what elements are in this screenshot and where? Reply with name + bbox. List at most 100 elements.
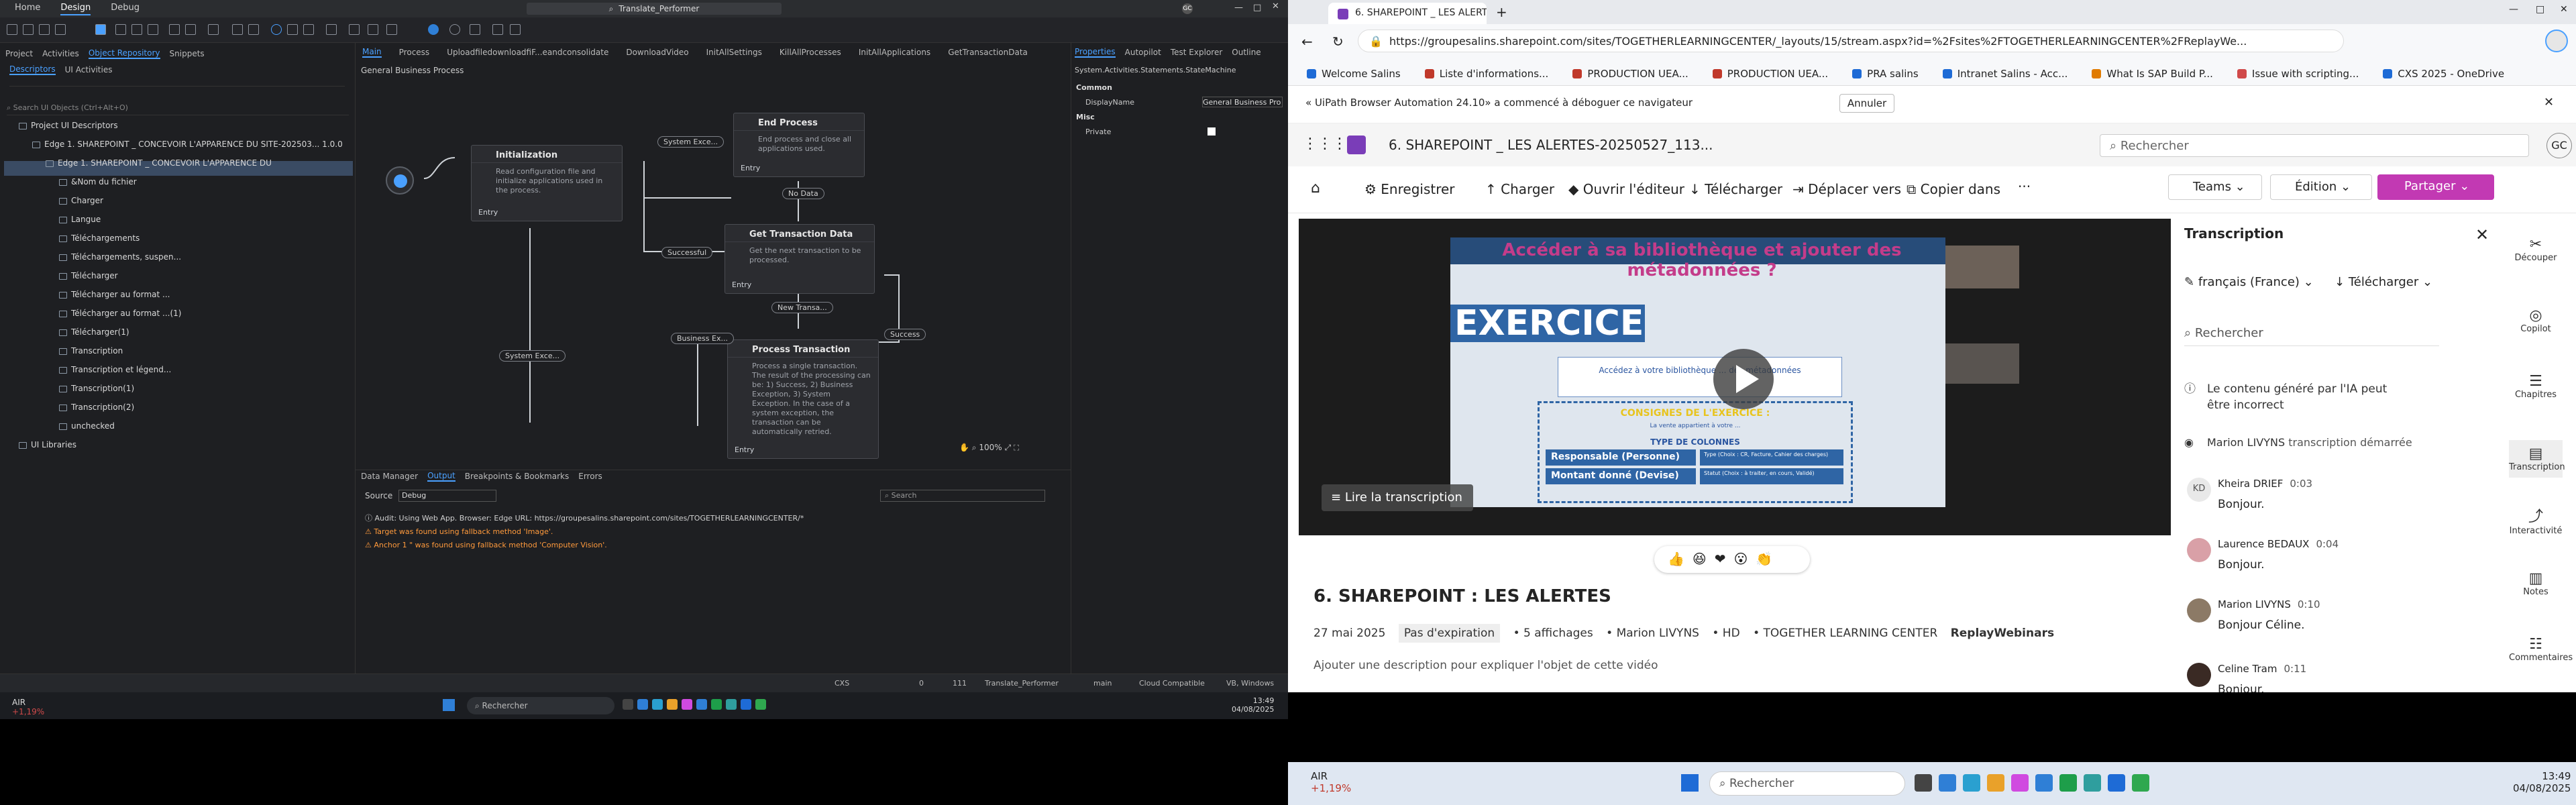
tree-item[interactable]: Télécharger(1) [59, 327, 129, 337]
remove-unused-icon[interactable] [349, 24, 360, 35]
tab-properties[interactable]: Properties [1075, 47, 1116, 58]
tree-item[interactable]: unchecked [59, 421, 115, 431]
edge-icon[interactable] [1963, 774, 1980, 792]
minimize-icon[interactable]: — [2509, 4, 2518, 15]
close-icon[interactable]: ✕ [2544, 95, 2554, 109]
word-icon[interactable] [741, 699, 751, 710]
menu-design[interactable]: Design [60, 3, 91, 15]
excel-icon[interactable] [2059, 774, 2077, 792]
transition-system-exception[interactable]: System Exce... [657, 136, 724, 148]
tab-errors[interactable]: Errors [578, 472, 602, 481]
tree-item[interactable]: Edge 1. SHAREPOINT _ CONCEVOIR L'APPAREN… [46, 158, 272, 168]
status-branch[interactable]: main [1093, 679, 1112, 688]
tab-activities[interactable]: Activities [42, 49, 79, 58]
favorite-link[interactable]: Welcome Salins [1307, 68, 1401, 80]
side-rail-button[interactable]: ☰ Chapitres [2509, 373, 2563, 400]
tree-item[interactable]: Transcription et légend... [59, 365, 171, 374]
timestamp[interactable]: 0:10 [2298, 598, 2320, 610]
lock-icon[interactable]: 🔒 [1369, 35, 1383, 48]
tab-output[interactable]: Output [427, 471, 455, 482]
tab-breakpoints[interactable]: Breakpoints & Bookmarks [465, 472, 569, 481]
sap-icon[interactable] [2084, 774, 2101, 792]
favorite-link[interactable]: Intranet Salins - Acc... [1942, 68, 2068, 80]
favorite-link[interactable]: PRA salins [1852, 68, 1919, 80]
transition-new-transaction[interactable]: New Transa... [771, 302, 833, 313]
files-icon[interactable] [1987, 774, 2004, 792]
status-cxs[interactable]: CXS [835, 679, 849, 688]
favorite-link[interactable]: PRODUCTION UEA... [1712, 68, 1828, 80]
tab-ui-activities[interactable]: UI Activities [65, 65, 113, 74]
output-search[interactable]: ⌕ Search [880, 490, 1045, 502]
copilot-icon[interactable] [682, 699, 692, 710]
entry-label[interactable]: Entry [735, 445, 754, 454]
share-button[interactable]: Partager ⌄ [2377, 174, 2494, 200]
refresh-icon[interactable]: ↻ [1332, 34, 1344, 50]
edit-button[interactable]: Édition ⌄ [2270, 174, 2372, 200]
ui-objects-search[interactable]: ⌕ Search UI Objects (Ctrl+Alt+O) [7, 103, 349, 115]
transition-no-data[interactable]: No Data [782, 188, 824, 199]
sharepoint-search[interactable]: ⌕ Rechercher [2100, 134, 2529, 157]
windows-start-icon[interactable] [443, 699, 455, 711]
record-icon[interactable] [271, 24, 282, 35]
close-icon[interactable]: ✕ [2475, 225, 2489, 244]
app-icon[interactable] [2132, 774, 2149, 792]
debug-icon[interactable] [95, 24, 106, 35]
open-editor-command[interactable]: ◆ Ouvrir l'éditeur [1568, 181, 1684, 197]
teams-icon[interactable] [637, 699, 648, 710]
user-avatar[interactable]: GC [1182, 3, 1193, 14]
menu-debug[interactable]: Debug [111, 3, 140, 15]
outlook-icon[interactable] [2035, 774, 2053, 792]
tab-test-explorer[interactable]: Test Explorer [1171, 48, 1222, 57]
timestamp[interactable]: 0:11 [2284, 663, 2306, 675]
overview-icon[interactable]: ⛶ [1014, 443, 1019, 452]
doc-tab-init-all-settings[interactable]: InitAllSettings [706, 48, 762, 57]
word-icon[interactable] [2108, 774, 2125, 792]
status-project[interactable]: Translate_Performer [985, 679, 1059, 688]
deploy-icon[interactable] [492, 24, 503, 35]
robot-icon[interactable] [428, 24, 439, 35]
upload-command[interactable]: ↑ Charger [1485, 181, 1554, 197]
user-avatar[interactable]: GC [2546, 133, 2572, 158]
tree-item[interactable]: Téléchargements [59, 233, 140, 243]
doc-tab-process[interactable]: Process [399, 48, 430, 57]
taskbar-clock[interactable]: 13:49 04/08/2025 [1232, 696, 1274, 714]
open-icon[interactable] [23, 24, 34, 35]
export-icon[interactable] [55, 24, 66, 35]
tree-item[interactable]: Langue [59, 215, 101, 224]
video-player[interactable]: Accéder à sa bibliothèque et ajouter des… [1299, 219, 2171, 535]
taskbar-clock[interactable]: 13:49 04/08/2025 [2513, 770, 2571, 794]
source-select[interactable]: Debug [398, 490, 496, 502]
tab-descriptors[interactable]: Descriptors [9, 64, 56, 75]
tree-item[interactable]: Télécharger [59, 271, 118, 280]
tree-item[interactable]: Charger [59, 196, 103, 205]
property-group-common[interactable]: Common [1076, 83, 1112, 92]
tree-item[interactable]: Edge 1. SHAREPOINT _ CONCEVOIR L'APPAREN… [32, 140, 343, 149]
windows-start-icon[interactable] [1681, 774, 1699, 792]
sap-icon[interactable] [726, 699, 737, 710]
state-get-transaction-data[interactable]: Get Transaction Data Get the next transa… [724, 224, 875, 294]
favorite-link[interactable]: Issue with scripting... [2237, 68, 2359, 80]
move-to-command[interactable]: ⇥ Déplacer vers [1792, 181, 1901, 197]
cancel-debug-button[interactable]: Annuler [1839, 94, 1894, 113]
side-rail-button[interactable]: ▥ Notes [2509, 570, 2563, 597]
task-view-icon[interactable] [1915, 774, 1932, 792]
speaker-line[interactable]: Marion LIVYNS 0:10 [2218, 598, 2320, 610]
close-icon[interactable]: ✕ [1272, 1, 1279, 11]
studio-title-search[interactable]: ⌕ Translate_Performer [527, 3, 782, 15]
reaction-bar[interactable]: 👍😆❤😮👏 [1654, 546, 1810, 573]
meta-library[interactable]: ReplayWebinars [1951, 627, 2054, 640]
settings-icon[interactable] [449, 24, 460, 35]
favorite-link[interactable]: What Is SAP Build P... [2092, 68, 2213, 80]
tree-item[interactable]: Transcription [59, 346, 123, 356]
browser-tab-active[interactable]: 6. SHAREPOINT _ LES ALERTES-2( [1328, 3, 1487, 24]
side-rail-button[interactable]: ✂ Découper [2509, 236, 2563, 263]
save-icon[interactable] [39, 24, 50, 35]
data-scraping-icon[interactable] [303, 24, 314, 35]
app-launcher-icon[interactable]: ⋮⋮⋮ [1303, 136, 1347, 152]
meta-site[interactable]: TOGETHER LEARNING CENTER [1764, 627, 1938, 640]
taskbar-search[interactable]: ⌕ Rechercher [467, 697, 614, 714]
profile-icon[interactable] [2545, 30, 2568, 52]
copy-to-command[interactable]: ⧉ Copier dans [1907, 181, 2000, 197]
new-tab-icon[interactable]: + [1496, 4, 1507, 20]
run-icon[interactable] [470, 24, 480, 35]
